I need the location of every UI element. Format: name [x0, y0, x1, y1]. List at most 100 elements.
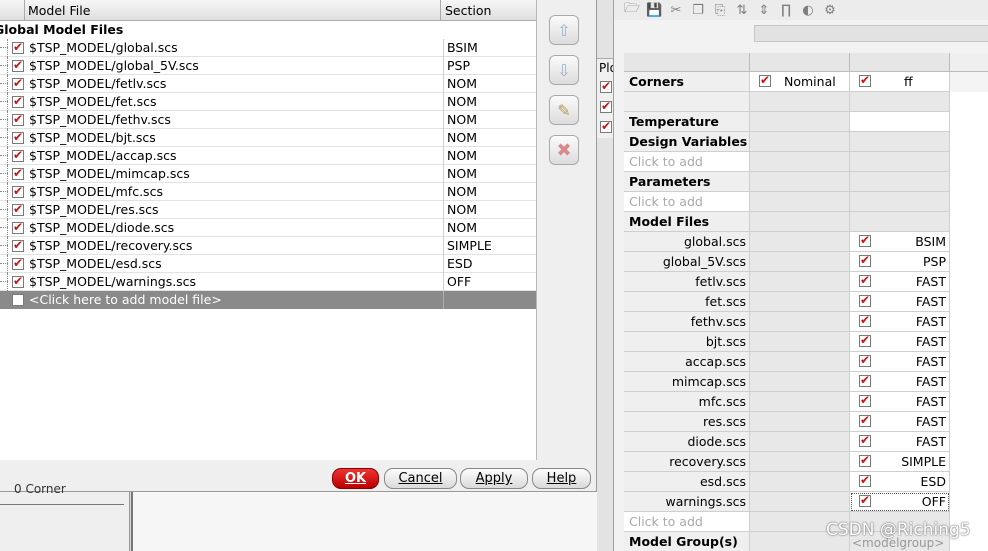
delete-button[interactable]: ✖: [549, 135, 579, 165]
model-file-path[interactable]: $TSP_MODEL/fet.scs: [29, 94, 157, 109]
enable-checkbox[interactable]: [12, 112, 24, 126]
plot-checkbox[interactable]: [600, 99, 612, 113]
ok-button[interactable]: OK: [332, 468, 379, 489]
model-enable-checkbox[interactable]: [859, 333, 871, 347]
model-file-path[interactable]: $TSP_MODEL/global_5V.scs: [29, 58, 199, 73]
add-model-file-row[interactable]: <Click here to add model file>: [0, 291, 536, 309]
model-section-value[interactable]: FAST: [916, 354, 946, 369]
add-variable-hint[interactable]: Click to add: [624, 152, 750, 172]
plot-checkbox[interactable]: [600, 79, 612, 93]
model-file-path[interactable]: $TSP_MODEL/global.scs: [29, 40, 178, 55]
model-section-cell[interactable]: ESD: [850, 472, 950, 492]
model-enable-checkbox[interactable]: [859, 413, 871, 427]
variable-icon[interactable]: ⇕: [756, 3, 772, 18]
corner-name[interactable]: ff: [904, 74, 913, 89]
model-section-value[interactable]: FAST: [916, 274, 946, 289]
table-row[interactable]: $TSP_MODEL/fetlv.scs NOM: [0, 75, 536, 93]
cancel-button[interactable]: Cancel: [384, 468, 457, 489]
model-enable-checkbox[interactable]: [859, 373, 871, 387]
model-section-cell[interactable]: FAST: [850, 352, 950, 372]
plot-checkbox[interactable]: [600, 119, 612, 133]
model-section-cell[interactable]: BSIM: [850, 232, 950, 252]
model-section-cell[interactable]: FAST: [850, 332, 950, 352]
model-section-value[interactable]: FAST: [916, 414, 946, 429]
table-row[interactable]: $TSP_MODEL/esd.scs ESD: [0, 255, 536, 273]
model-enable-checkbox[interactable]: [859, 353, 871, 367]
model-section-value[interactable]: FAST: [916, 434, 946, 449]
table-row[interactable]: $TSP_MODEL/global_5V.scs PSP: [0, 57, 536, 75]
add-model-hint[interactable]: Click to add: [624, 512, 750, 532]
model-section[interactable]: NOM: [447, 148, 477, 163]
model-section[interactable]: NOM: [447, 220, 477, 235]
model-section-value[interactable]: FAST: [916, 334, 946, 349]
gear-icon[interactable]: ⚙: [822, 3, 838, 18]
model-section[interactable]: NOM: [447, 76, 477, 91]
model-section-value[interactable]: OFF: [922, 494, 946, 509]
model-section-value[interactable]: FAST: [916, 394, 946, 409]
column-header-section[interactable]: Section: [445, 3, 491, 18]
model-section-value[interactable]: FAST: [916, 374, 946, 389]
move-up-button[interactable]: ⇧: [549, 15, 579, 45]
table-row[interactable]: $TSP_MODEL/mimcap.scs NOM: [0, 165, 536, 183]
corner-name[interactable]: Nominal: [784, 74, 836, 89]
table-row[interactable]: $TSP_MODEL/global.scs BSIM: [0, 39, 536, 57]
thermometer-icon[interactable]: ⇅: [734, 3, 750, 18]
model-enable-checkbox[interactable]: [859, 273, 871, 287]
table-row[interactable]: $TSP_MODEL/accap.scs NOM: [0, 147, 536, 165]
model-enable-checkbox[interactable]: [859, 233, 871, 247]
enable-checkbox[interactable]: [12, 58, 24, 72]
model-section-cell[interactable]: FAST: [850, 272, 950, 292]
corner-enable-checkbox[interactable]: [759, 73, 771, 87]
model-section[interactable]: NOM: [447, 94, 477, 109]
model-file-path[interactable]: $TSP_MODEL/accap.scs: [29, 148, 177, 163]
table-row[interactable]: $TSP_MODEL/warnings.scs OFF: [0, 273, 536, 291]
enable-checkbox[interactable]: [12, 166, 24, 180]
enable-checkbox[interactable]: [12, 238, 24, 252]
model-section-cell[interactable]: PSP: [850, 252, 950, 272]
enable-checkbox[interactable]: [12, 202, 24, 216]
model-file-path[interactable]: $TSP_MODEL/mimcap.scs: [29, 166, 190, 181]
model-section-cell[interactable]: FAST: [850, 372, 950, 392]
temperature-cell[interactable]: [850, 112, 950, 132]
toolbar-field[interactable]: [754, 25, 988, 42]
filter-icon[interactable]: ◐: [800, 3, 816, 18]
model-file-path[interactable]: $TSP_MODEL/mfc.scs: [29, 184, 163, 199]
model-section-value[interactable]: BSIM: [915, 234, 946, 249]
enable-checkbox[interactable]: [12, 220, 24, 234]
help-button[interactable]: Help: [532, 468, 591, 489]
model-file-path[interactable]: $TSP_MODEL/res.scs: [29, 202, 159, 217]
enable-checkbox[interactable]: [12, 76, 24, 90]
model-enable-checkbox[interactable]: [859, 253, 871, 267]
model-file-path[interactable]: $TSP_MODEL/esd.scs: [29, 256, 162, 271]
corner-ff[interactable]: ff: [850, 72, 950, 92]
move-down-button[interactable]: ⇩: [549, 55, 579, 85]
add-parameter-hint[interactable]: Click to add: [624, 192, 750, 212]
model-section[interactable]: NOM: [447, 202, 477, 217]
model-section-value[interactable]: FAST: [916, 314, 946, 329]
model-section[interactable]: NOM: [447, 112, 477, 127]
model-section-cell[interactable]: FAST: [850, 412, 950, 432]
enable-checkbox[interactable]: [12, 274, 24, 288]
parameter-icon[interactable]: ∏: [778, 3, 794, 18]
column-header-model-file[interactable]: Model File: [28, 3, 90, 18]
model-section-value[interactable]: PSP: [923, 254, 946, 269]
table-row[interactable]: $TSP_MODEL/mfc.scs NOM: [0, 183, 536, 201]
model-enable-checkbox[interactable]: [859, 293, 871, 307]
model-enable-checkbox[interactable]: [859, 393, 871, 407]
table-row[interactable]: $TSP_MODEL/res.scs NOM: [0, 201, 536, 219]
model-section[interactable]: ESD: [447, 256, 472, 271]
model-section-value[interactable]: SIMPLE: [901, 454, 946, 469]
model-section[interactable]: OFF: [447, 274, 471, 289]
model-file-path[interactable]: $TSP_MODEL/fethv.scs: [29, 112, 171, 127]
model-section-cell[interactable]: FAST: [850, 392, 950, 412]
model-file-path[interactable]: $TSP_MODEL/diode.scs: [29, 220, 174, 235]
model-section-cell[interactable]: FAST: [850, 432, 950, 452]
enable-checkbox[interactable]: [12, 256, 24, 270]
enable-checkbox[interactable]: [12, 130, 24, 144]
edit-button[interactable]: ✎: [549, 95, 579, 125]
model-file-path[interactable]: $TSP_MODEL/recovery.scs: [29, 238, 192, 253]
model-enable-checkbox[interactable]: [859, 473, 871, 487]
open-folder-icon[interactable]: 🗁: [624, 0, 640, 21]
corner-nominal[interactable]: Nominal: [750, 72, 850, 92]
model-section[interactable]: NOM: [447, 130, 477, 145]
